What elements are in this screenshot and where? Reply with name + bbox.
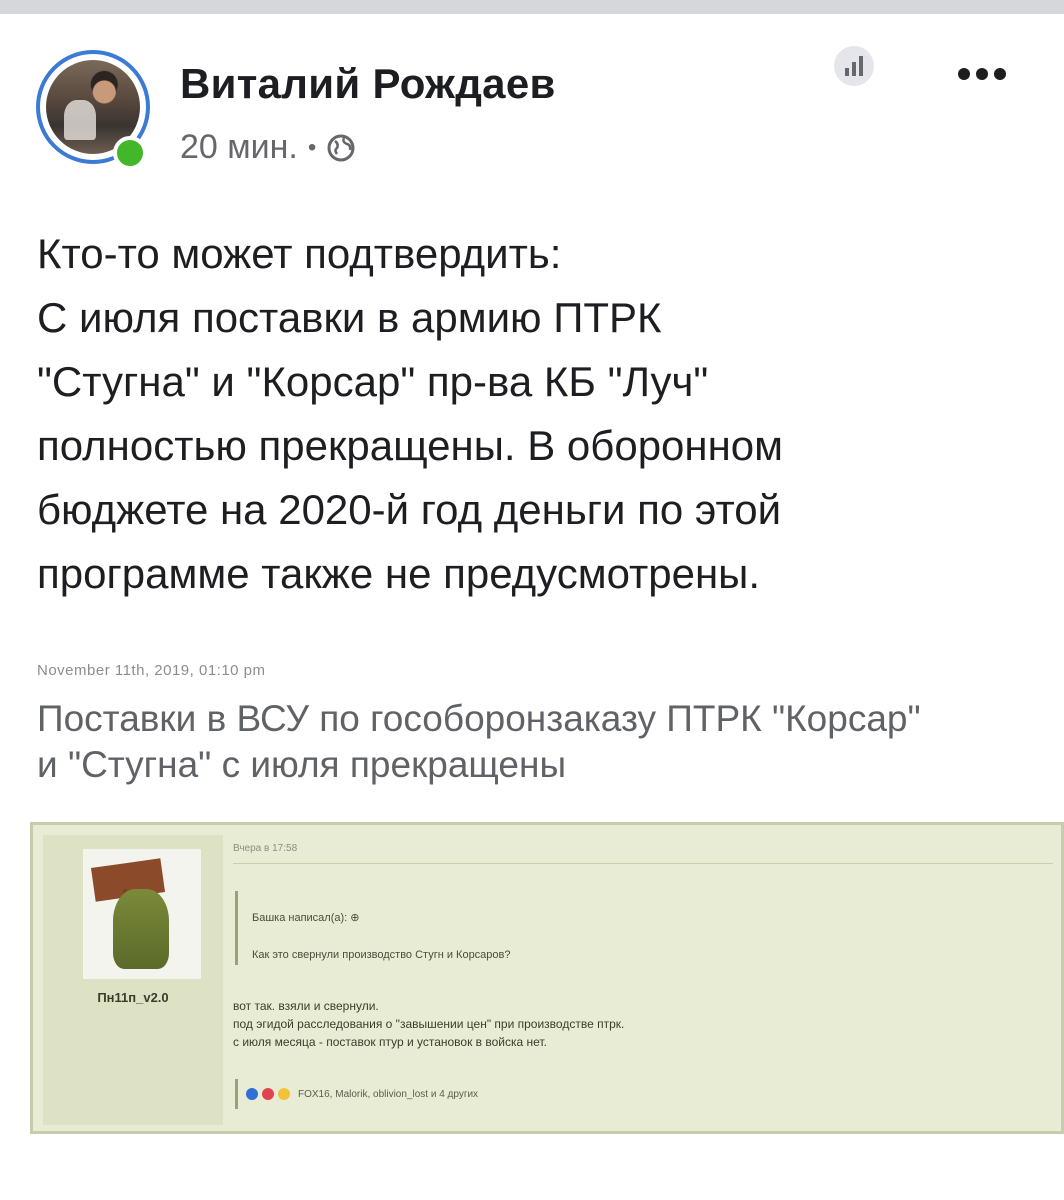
top-status-strip (0, 0, 1064, 14)
like-reaction-icon (246, 1088, 258, 1100)
soldier-figure-image (113, 889, 169, 969)
author-name[interactable]: Виталий Рождаев (180, 60, 556, 108)
post-text-line: бюджете на 2020-й год деньги по этой (37, 486, 782, 533)
reply-line: вот так. взяли и свернули. (233, 999, 379, 1013)
post-text-line: полностью прекращены. В оборонном (37, 422, 784, 469)
divider (233, 863, 1053, 864)
forum-username: Пн11п_v2.0 (97, 990, 169, 1005)
forum-timestamp: Вчера в 17:58 (233, 843, 298, 854)
forum-reactions: FOX16, Malorik, oblivion_lost и 4 других (235, 1079, 478, 1109)
forum-avatar (83, 849, 201, 979)
post-text-line: программе также не предусмотрены. (37, 550, 761, 597)
article-title[interactable]: Поставки в ВСУ по гособоронзаказу ПТРК "… (37, 696, 1057, 788)
post-time[interactable]: 20 мин. (180, 128, 298, 167)
post-text: Кто-то может подтвердить: С июля поставк… (37, 222, 1047, 606)
post-meta: 20 мин. • (180, 128, 356, 167)
forum-screenshot: Пн11п_v2.0 Вчера в 17:58 Башка написал(а… (30, 822, 1064, 1134)
love-reaction-icon (262, 1088, 274, 1100)
forum-quote: Башка написал(а): ⊕ Как это свернули про… (235, 891, 835, 965)
post-text-line: "Стугна" и "Корсар" пр-ва КБ "Луч" (37, 358, 709, 405)
post-text-line: С июля поставки в армию ПТРК (37, 294, 662, 341)
quote-author: Башка написал(а): ⊕ (252, 912, 360, 924)
reply-line: под эгидой расследования о "завышении це… (233, 1017, 625, 1031)
online-status-dot (113, 136, 147, 170)
wow-reaction-icon (278, 1088, 290, 1100)
forum-reply: вот так. взяли и свернули. под эгидой ра… (233, 997, 624, 1051)
globe-icon (327, 134, 355, 161)
reaction-names: FOX16, Malorik, oblivion_lost и 4 других (298, 1088, 479, 1100)
post-header: Виталий Рождаев 20 мин. • (0, 14, 1064, 174)
insights-icon[interactable] (834, 46, 874, 86)
forum-user-panel: Пн11п_v2.0 (43, 835, 223, 1125)
article-date: November 11th, 2019, 01:10 pm (37, 662, 266, 679)
meta-separator: • (307, 133, 317, 161)
post-text-line: Кто-то может подтвердить: (37, 230, 562, 277)
quote-text: Как это свернули производство Стугн и Ко… (252, 949, 511, 961)
forum-post-body: Вчера в 17:58 Башка написал(а): ⊕ Как эт… (233, 825, 1053, 1131)
reply-line: с июля месяца - поставок птур и установо… (233, 1035, 547, 1049)
article-title-line: и "Стугна" с июля прекращены (37, 744, 567, 785)
article-title-line: Поставки в ВСУ по гособоронзаказу ПТРК "… (37, 698, 921, 739)
more-options-icon[interactable] (958, 68, 1006, 80)
